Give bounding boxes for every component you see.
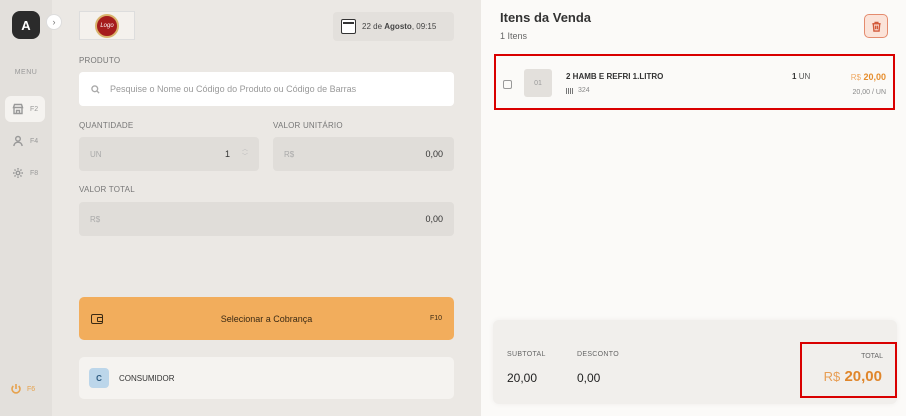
date-time: , 09:15 <box>411 22 437 31</box>
barcode-icon <box>566 87 574 94</box>
power-icon <box>11 384 21 394</box>
expand-sidebar-button[interactable]: › <box>46 14 62 30</box>
date-display: 22 de Agosto, 09:15 <box>333 12 454 41</box>
date-text: 22 de Agosto, 09:15 <box>362 22 436 31</box>
total-value-field: R$ 0,00 <box>79 202 454 236</box>
stepper-arrows[interactable]: ︿ ﹀ <box>242 147 248 160</box>
item-price-value: 20,00 <box>863 72 886 82</box>
avatar[interactable]: A <box>12 11 40 39</box>
discount-label: DESCONTO <box>577 351 619 358</box>
total-amount: R$ 20,00 <box>824 368 882 385</box>
item-qty-unit: UN <box>798 72 811 81</box>
select-charge-label: Selecionar a Cobrança <box>220 313 313 324</box>
wallet-icon <box>91 313 103 324</box>
sidebar-item-user[interactable]: F4 <box>5 128 45 154</box>
total-value-label: VALOR TOTAL <box>79 185 135 194</box>
power-key: F6 <box>27 385 36 393</box>
quantity-unit: UN <box>90 149 102 159</box>
list-item[interactable]: 01 2 HAMB E REFRI 1.LITRO 324 1 UN R$ 20… <box>494 54 895 110</box>
item-price-currency: R$ <box>850 73 861 82</box>
unit-value-field[interactable]: R$ 0,00 <box>273 137 454 171</box>
menu-label: MENU <box>14 69 38 76</box>
item-price: R$ 20,00 <box>851 72 886 82</box>
quantity-stepper[interactable]: UN 1 ︿ ﹀ <box>79 137 259 171</box>
trash-icon <box>871 21 881 32</box>
sidebar-item-key: F8 <box>30 169 39 177</box>
gear-icon <box>13 168 23 178</box>
sidebar-item-key: F4 <box>30 137 39 145</box>
unit-value: 0,00 <box>425 149 443 159</box>
item-code-value: 324 <box>578 87 590 94</box>
item-index: 01 <box>524 69 552 97</box>
calendar-icon <box>341 19 356 34</box>
consumer-avatar: C <box>89 368 109 388</box>
total-highlight: TOTAL R$ 20,00 <box>800 342 897 398</box>
total-label: TOTAL <box>861 353 883 360</box>
subtotal-value: 20,00 <box>507 371 538 385</box>
unit-value-currency: R$ <box>284 149 295 159</box>
total-value: 20,00 <box>844 368 882 385</box>
item-unit-price: 20,00 / UN <box>852 89 886 96</box>
item-quantity: 1 UN <box>792 72 810 81</box>
power-button[interactable]: F6 <box>10 383 35 395</box>
clear-sale-button[interactable] <box>864 14 888 38</box>
item-code: 324 <box>566 87 590 94</box>
consumer-selector[interactable]: C CONSUMIDOR <box>79 357 454 399</box>
subtotal-label: SUBTOTAL <box>507 351 546 358</box>
chevron-down-icon[interactable]: ﹀ <box>242 154 248 160</box>
sidebar-item-store[interactable]: F2 <box>5 96 45 122</box>
sale-items-title: Itens da Venda <box>500 10 592 25</box>
item-qty-value: 1 <box>792 72 797 81</box>
quantity-control: 1 ︿ ﹀ <box>224 147 248 160</box>
search-icon <box>91 84 100 94</box>
search-placeholder: Pesquise o Nome ou Código do Produto ou … <box>110 84 357 94</box>
sale-items-count: 1 Itens <box>500 31 528 41</box>
product-search-input[interactable]: Pesquise o Nome ou Código do Produto ou … <box>79 72 454 106</box>
sale-summary: SUBTOTAL 20,00 DESCONTO 0,00 TOTAL R$ 20… <box>493 320 897 404</box>
item-name: 2 HAMB E REFRI 1.LITRO <box>566 72 664 81</box>
select-charge-button[interactable]: Selecionar a Cobrança F10 <box>79 297 454 340</box>
quantity-label: QUANTIDADE <box>79 121 134 130</box>
sidebar-item-key: F2 <box>30 105 39 113</box>
select-charge-key: F10 <box>429 315 442 322</box>
total-value: 0,00 <box>425 214 443 224</box>
item-checkbox[interactable] <box>503 80 512 89</box>
store-icon <box>12 103 24 115</box>
company-logo: Logo <box>79 11 135 40</box>
total-currency: R$ <box>823 369 841 384</box>
sale-items-panel: Itens da Venda 1 Itens 01 2 HAMB E REFRI… <box>481 0 906 416</box>
product-label: PRODUTO <box>79 56 121 65</box>
total-value-currency: R$ <box>90 214 101 224</box>
quantity-value: 1 <box>224 149 230 159</box>
consumer-label: CONSUMIDOR <box>119 373 175 383</box>
sidebar: A MENU F2 F4 F8 F6 <box>0 0 52 416</box>
date-day: 22 de <box>362 22 383 31</box>
date-month: Agosto <box>384 22 412 31</box>
logo-badge: Logo <box>95 13 119 38</box>
user-icon <box>13 135 23 147</box>
chevron-right-icon: › <box>52 17 56 27</box>
sidebar-item-settings[interactable]: F8 <box>5 160 45 186</box>
unit-value-label: VALOR UNITÁRIO <box>273 121 343 130</box>
chevron-up-icon[interactable]: ︿ <box>242 147 248 153</box>
discount-value: 0,00 <box>577 371 601 385</box>
